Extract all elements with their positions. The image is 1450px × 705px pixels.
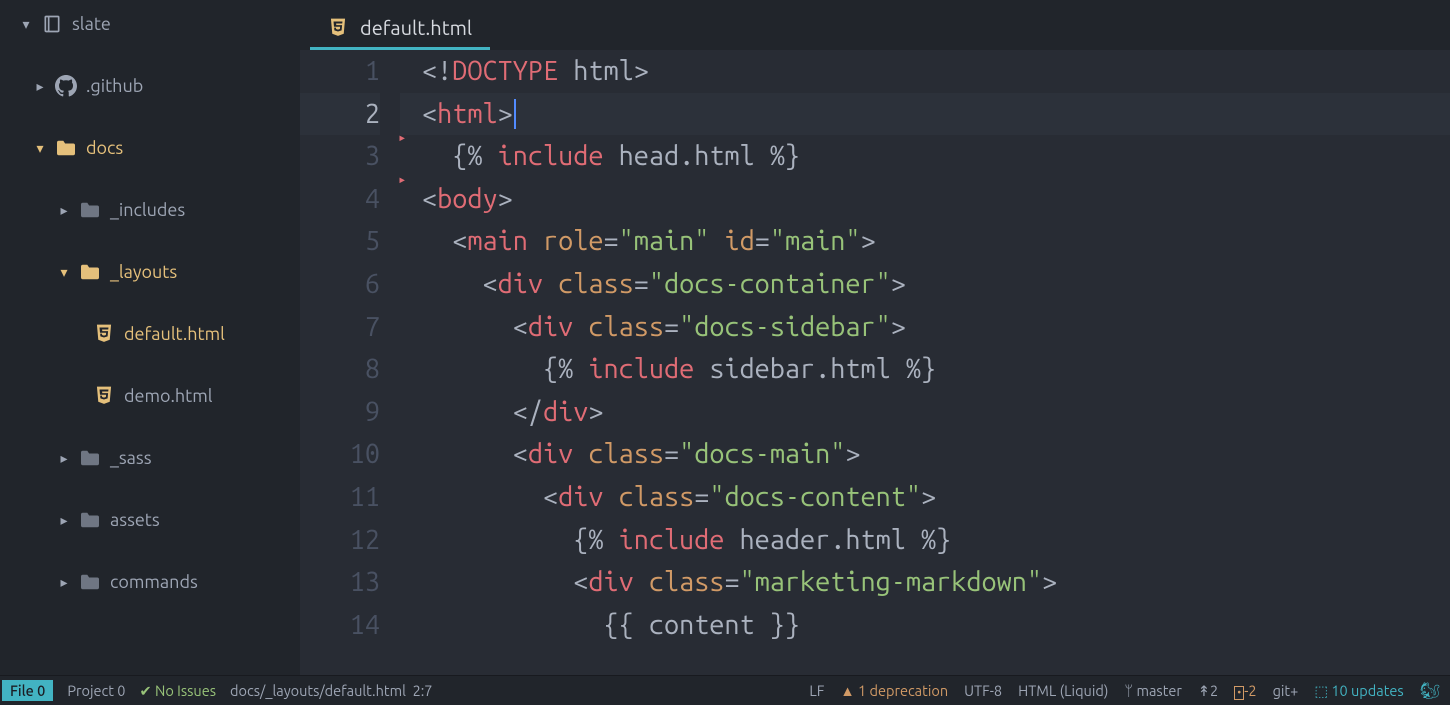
tree-label: docs	[86, 138, 123, 158]
file-path[interactable]: docs/_layouts/default.html 2:7	[230, 682, 433, 699]
git-ahead[interactable]: ↟2	[1198, 682, 1218, 700]
project-icon	[38, 14, 66, 34]
squirrel-icon[interactable]: 🐿	[1420, 681, 1440, 700]
tree-label: _layouts	[110, 262, 177, 282]
tree-item-commands[interactable]: ▸ commands	[0, 558, 300, 606]
git-plus[interactable]: git+	[1273, 682, 1299, 699]
chevron-right-icon: ▸	[28, 78, 52, 95]
issues-status[interactable]: ✔ No Issues	[139, 682, 216, 700]
chevron-down-icon: ▾	[14, 16, 38, 33]
project-issues-button[interactable]: Project 0	[67, 682, 125, 699]
chevron-right-icon: ▸	[52, 574, 76, 591]
encoding[interactable]: UTF-8	[964, 682, 1002, 699]
chevron-down-icon: ▾	[28, 140, 52, 157]
code-editor[interactable]: ▸ ▸ 1234567891011121314 <!DOCTYPE html><…	[300, 50, 1450, 675]
tab-bar[interactable]: default.html	[300, 0, 1450, 50]
tree-item-includes[interactable]: ▸ _includes	[0, 186, 300, 234]
tree-label: _includes	[110, 200, 185, 220]
chevron-right-icon: ▸	[52, 202, 76, 219]
tree-label: assets	[110, 510, 160, 530]
tree-item-demo-html[interactable]: demo.html	[0, 372, 300, 420]
folder-open-icon	[52, 139, 80, 157]
tree-item-default-html[interactable]: default.html	[0, 310, 300, 358]
folder-icon	[76, 449, 104, 467]
file-tree[interactable]: ▾ slate ▸ .github ▾ docs	[0, 0, 300, 675]
editor-pane: default.html ▸ ▸ 1234567891011121314 <!D…	[300, 0, 1450, 675]
chevron-right-icon: ▸	[52, 450, 76, 467]
html5-icon	[90, 323, 118, 345]
tree-label: .github	[86, 76, 143, 96]
updates-button[interactable]: ⬚ 10 updates	[1314, 682, 1403, 700]
folder-icon	[76, 511, 104, 529]
chevron-right-icon: ▸	[52, 512, 76, 529]
tree-item-layouts[interactable]: ▾ _layouts	[0, 248, 300, 296]
tree-item-assets[interactable]: ▸ assets	[0, 496, 300, 544]
language-mode[interactable]: HTML (Liquid)	[1018, 682, 1108, 699]
tab-label: default.html	[360, 16, 472, 39]
tree-label: commands	[110, 572, 198, 592]
tab-default-html[interactable]: default.html	[310, 6, 490, 50]
tree-item-sass[interactable]: ▸ _sass	[0, 434, 300, 482]
github-icon	[52, 75, 80, 97]
tree-item-docs[interactable]: ▾ docs	[0, 124, 300, 172]
status-bar[interactable]: File 0 Project 0 ✔ No Issues docs/_layou…	[0, 675, 1450, 705]
line-gutter[interactable]: ▸ ▸ 1234567891011121314	[300, 50, 400, 675]
file-issues-button[interactable]: File 0	[2, 680, 53, 701]
folder-open-icon	[76, 263, 104, 281]
code-area[interactable]: <!DOCTYPE html><html> {% include head.ht…	[400, 50, 1450, 675]
folder-icon	[76, 573, 104, 591]
deprecation-warning[interactable]: ▲ 1 deprecation	[840, 682, 948, 700]
project-root[interactable]: ▾ slate	[0, 0, 300, 48]
tree-label: default.html	[124, 324, 225, 344]
tree-item-github[interactable]: ▸ .github	[0, 62, 300, 110]
tree-label: _sass	[110, 448, 152, 468]
chevron-down-icon: ▾	[52, 264, 76, 281]
project-name: slate	[72, 14, 111, 34]
git-branch[interactable]: ᛘ master	[1124, 682, 1181, 699]
line-ending[interactable]: LF	[809, 682, 824, 699]
tree-label: demo.html	[124, 386, 213, 406]
git-behind[interactable]: •-2	[1234, 682, 1256, 699]
html5-icon	[90, 385, 118, 407]
html5-icon	[328, 17, 348, 39]
folder-icon	[76, 201, 104, 219]
